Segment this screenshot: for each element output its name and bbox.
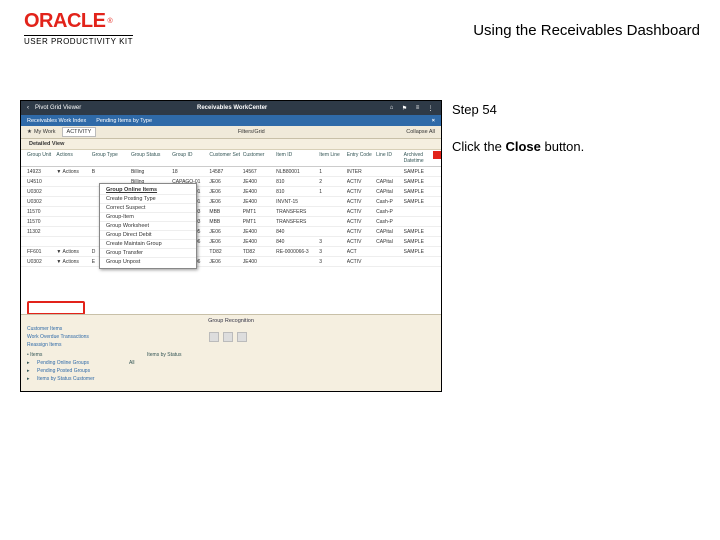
col-customer-set: Customer Set [209,152,242,164]
close-button[interactable] [27,301,85,315]
col-line-id: Line ID [376,152,403,164]
table-row[interactable]: 11570BillingCAPAGO-03MBBPMT1TRANSFERSACT… [21,217,441,227]
table-row[interactable]: U0302BillingCAPAGO-01JE06JE400INVNT-15AC… [21,197,441,207]
sublink-1[interactable]: Pending Online Groups [37,360,89,366]
actions-menu-item[interactable]: Create Posting Type [100,194,196,203]
table-row[interactable]: U0302BillingCAPAGO-01JE06JE4008101ACTIVC… [21,187,441,197]
col-entry-code: Entry Code [347,152,376,164]
instruction-text: Click the Close button. [452,139,584,154]
oracle-logo: ORACLE ® [24,10,113,33]
menu-icon[interactable]: ≡ [413,104,422,113]
actions-menu-item[interactable]: Correct Suspect [100,203,196,212]
brand-block: ORACLE ® USER PRODUCTIVITY KIT [24,10,133,46]
actions-menu-item[interactable]: Group Worksheet [100,221,196,230]
instruction-target: Close [505,139,540,154]
col-group-type: Group Type [92,152,131,164]
mywork-label: ★ My Work [27,129,56,135]
lower-link-3[interactable]: Reassign Items [27,341,435,349]
mywork-filter1[interactable]: ACTIVITY [62,127,97,137]
table-row[interactable]: 11302BillingCAPAGO-05JE06JE400840ACTIVCA… [21,227,441,237]
highlight-marker [433,151,441,159]
table-row[interactable]: 14923▼ ActionsBBilling181458714567NLB800… [21,167,441,177]
app-screenshot: ‹ Pivot Grid Viewer Receivables WorkCent… [20,100,442,392]
table-row[interactable]: U0302▼ ActionsEBillingCAPAGO-06JE06JE400… [21,257,441,267]
col-customer: Customer [243,152,276,164]
workcenter-title: Receivables WorkCenter [81,105,383,111]
actions-menu-header: Group Online Items [100,186,196,194]
actions-menu-item[interactable]: Group Unpost [100,257,196,266]
app-titlebar: ‹ Pivot Grid Viewer Receivables WorkCent… [21,101,441,115]
breadcrumb-bar: Receivables Work Index Pending Items by … [21,115,441,126]
breadcrumb-close-icon[interactable]: × [432,118,435,124]
lower-iconlist [209,332,247,342]
home-icon[interactable]: ⌂ [387,104,396,113]
sublink-3[interactable]: Items by Status Customer [37,376,95,382]
doc-title: Using the Receivables Dashboard [473,22,700,39]
table-row[interactable]: BillingCAPAGO-06JE06JE4008403ACTIVCAPita… [21,237,441,247]
mini-icon[interactable] [209,332,219,342]
mywork-bar: ★ My Work ACTIVITY Filters/Grid Collapse… [21,126,441,139]
actions-menu-item[interactable]: Group Direct Debit [100,230,196,239]
section-header: Detailed View [21,139,441,150]
table-row[interactable]: U4510BillingCAPAGO-01JE06JE4008102ACTIVC… [21,177,441,187]
settings-icon[interactable]: ⋮ [426,104,435,113]
col-group-id: Group ID [172,152,209,164]
lower-filter-label: Items by Status [147,352,181,358]
col-item-line: Item Line [319,152,346,164]
instruction-panel: Step 54 Click the Close button. [452,100,584,154]
lower-link-2[interactable]: Work Overdue Transactions [27,333,435,341]
flag-icon[interactable]: ⚑ [400,104,409,113]
brand-word: ORACLE [24,10,105,33]
actions-menu[interactable]: Group Online Items Create Posting TypeCo… [99,183,197,269]
lower-panel: Group Recognition Customer Items Work Ov… [21,314,441,391]
col-group-unit: Group Unit [27,152,56,164]
actions-menu-item[interactable]: Group-Item [100,212,196,221]
table-body: 14923▼ ActionsBBilling181458714567NLB800… [21,167,441,267]
mini-icon[interactable] [237,332,247,342]
col-item-id: Item ID [276,152,319,164]
table-row[interactable]: FF601▼ ActionsDBilling18TD82TD82RE-00000… [21,247,441,257]
viewer-label: Pivot Grid Viewer [35,105,81,111]
mywork-filter2[interactable]: Filters/Grid [238,129,265,135]
lower-filter-value[interactable]: All [129,360,135,366]
col-archived: Archived Datetime [404,152,435,164]
sublink-2[interactable]: Pending Posted Groups [37,368,90,374]
actions-menu-item[interactable]: Group Transfer [100,248,196,257]
breadcrumb-left[interactable]: Receivables Work Index [27,118,86,124]
collapse-all[interactable]: Collapse All [406,129,435,135]
table-row[interactable]: 11570BillingCAPAGO-03MBBPMT1TRANSFERSACT… [21,207,441,217]
actions-menu-item[interactable]: Create Maintain Group [100,239,196,248]
group-recognition-header: Group Recognition [208,318,254,324]
back-icon[interactable]: ‹ [27,105,29,111]
product-name: USER PRODUCTIVITY KIT [24,35,133,46]
col-group-status: Group Status [131,152,172,164]
col-actions: Actions [56,152,91,164]
breadcrumb-mid: Pending Items by Type [96,118,152,124]
trademark: ® [107,18,112,25]
step-label: Step 54 [452,102,584,117]
mini-icon[interactable] [223,332,233,342]
table-header: Group Unit Actions Group Type Group Stat… [21,150,441,167]
